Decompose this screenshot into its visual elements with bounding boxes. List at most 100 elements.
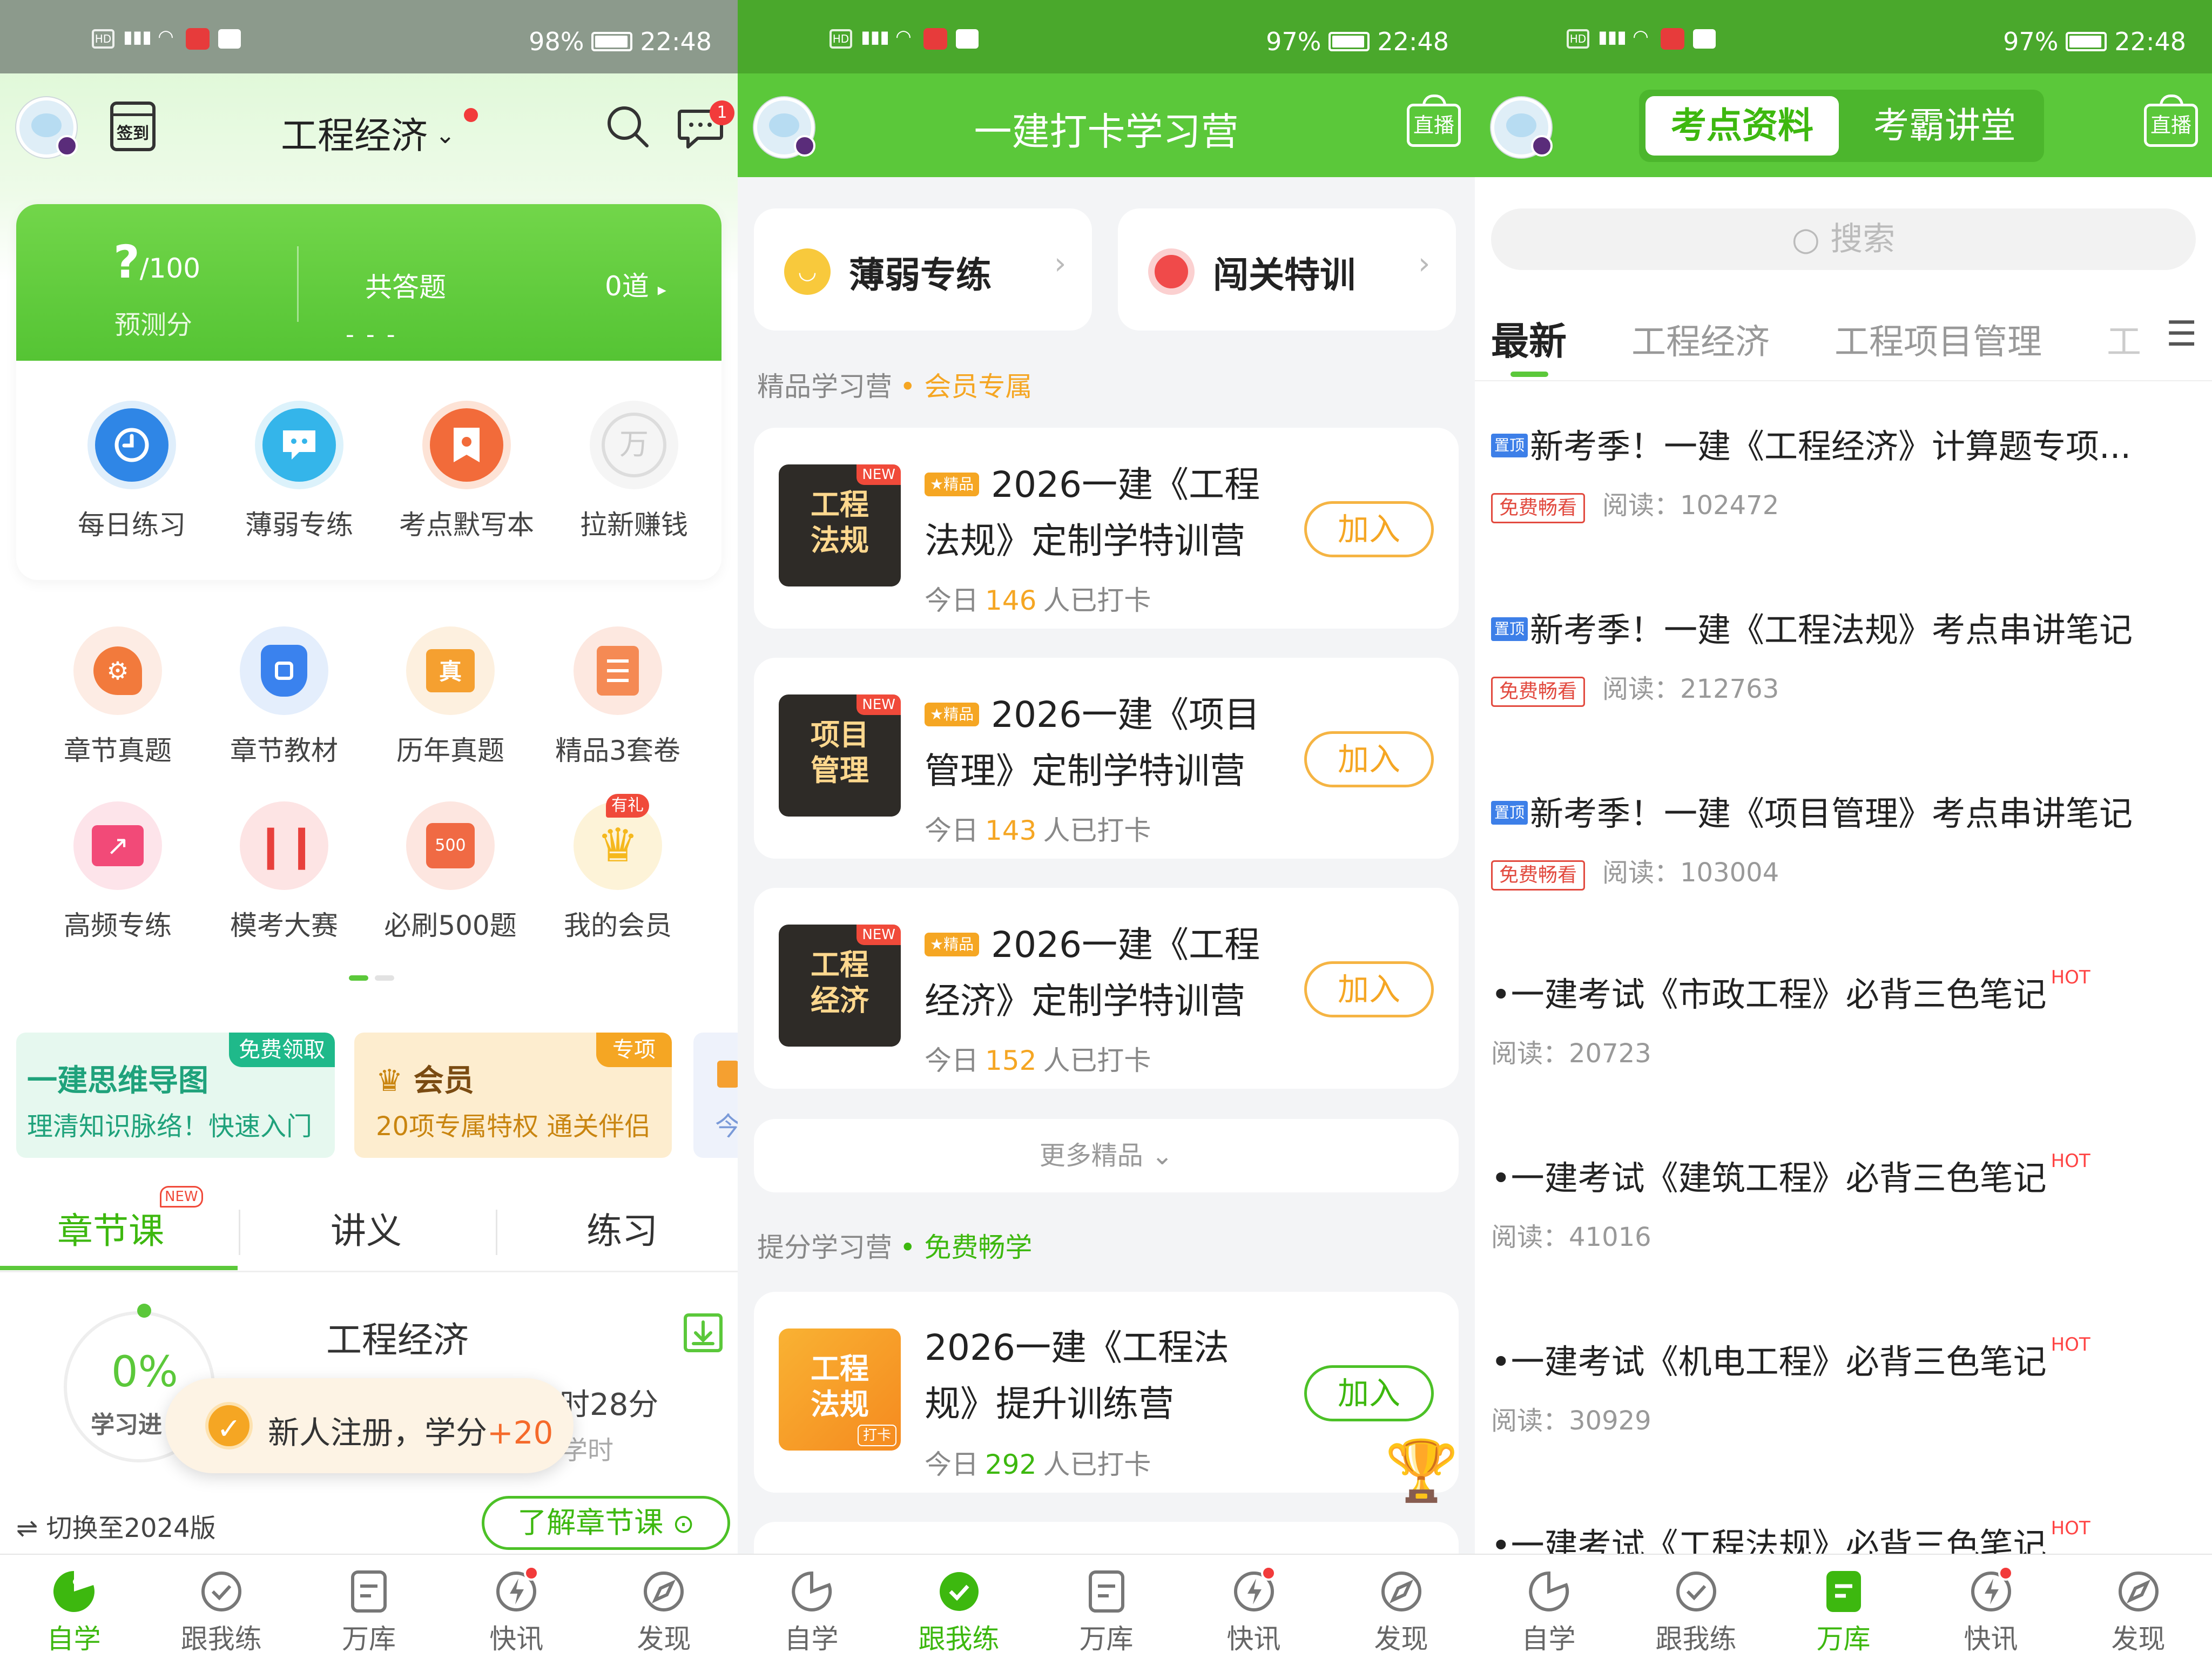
live-button[interactable]: 直播: [1407, 95, 1461, 147]
score-panel[interactable]: ?/100 预测分 共答题 0道 ▸ - - -: [16, 204, 721, 361]
challenge-card[interactable]: 闯关特训 ›: [1118, 208, 1456, 331]
grid-mock-contest[interactable]: ❙❙ 模考大赛: [203, 801, 365, 943]
pin-tag: 置顶: [1491, 801, 1528, 825]
camp-title: ★精品 2026一建《项目管理》定制学特训营: [925, 694, 1260, 792]
tab-project-management[interactable]: 工程项目管理: [1835, 314, 2042, 364]
screen-library: HD ▮▮▮ ◠ 97% 22:48 考点资料 考霸讲堂 直播 ○ 搜索 最新 工…: [1475, 0, 2212, 1659]
news-title: 新考季！一建《工程经济》计算题专项...: [1530, 427, 2132, 466]
camp-checkin-count: 今日 146 人已打卡: [925, 585, 1151, 616]
segment-exam-materials[interactable]: 考点资料: [1645, 96, 1839, 156]
search-icon[interactable]: [605, 104, 650, 149]
nav-library[interactable]: 万库: [295, 1555, 442, 1659]
quick-notes[interactable]: 考点默写本: [386, 401, 548, 542]
battery-icon: [591, 32, 633, 51]
card-label: 薄弱专练: [849, 254, 992, 296]
nav-library[interactable]: 万库: [1770, 1555, 1917, 1659]
app-notify-icon: [186, 28, 210, 50]
grid-high-freq[interactable]: ↗ 高频专练: [37, 801, 199, 943]
camp-thumb: 项目 管理 NEW: [779, 694, 901, 817]
news-item[interactable]: 置顶 新考季！一建《项目管理》考点串讲笔记 免费畅看 阅读：103004: [1491, 786, 2198, 891]
divider: [496, 1210, 497, 1255]
nav-discover[interactable]: 发现: [590, 1555, 738, 1659]
nav-discover[interactable]: 发现: [2065, 1555, 2212, 1659]
checkin-button[interactable]: 签到: [110, 102, 156, 151]
divider: [239, 1210, 240, 1255]
camp-card[interactable]: 项目 管理 NEW ★精品 2026一建《项目管理》定制学特训营 今日 143 人已打卡 …: [754, 658, 1459, 859]
tab-underline: [1510, 372, 1548, 377]
answered-value[interactable]: 0道 ▸: [605, 265, 666, 304]
vip-crown-icon: [1531, 135, 1553, 157]
nav-library[interactable]: 万库: [1033, 1555, 1180, 1659]
banner-mindmap[interactable]: 一建思维导图 免费领取 理清知识脉络！快速入门: [16, 1033, 335, 1158]
coin-icon: 万: [602, 413, 666, 477]
more-premium-button[interactable]: 更多精品 ⌄: [754, 1119, 1459, 1192]
avatar[interactable]: [16, 97, 78, 158]
segment-control: 考点资料 考霸讲堂: [1639, 90, 2044, 162]
camp-card[interactable]: 工程 法规 NEW ★精品 2026一建《工程法规》定制学特训营 今日 146 人已打卡 …: [754, 428, 1459, 629]
download-icon[interactable]: [683, 1312, 724, 1353]
news-item[interactable]: •一建考试《机电工程》必背三色笔记 HOT 阅读：30929: [1491, 1334, 2198, 1437]
nav-follow-practice[interactable]: 跟我练: [1622, 1555, 1770, 1659]
join-button[interactable]: 加入: [1304, 731, 1434, 787]
news-item[interactable]: •一建考试《市政工程》必背三色笔记 HOT 阅读：20723: [1491, 967, 2198, 1070]
nav-self-study[interactable]: 自学: [1475, 1555, 1622, 1659]
grid-label: 高频专练: [64, 910, 172, 941]
tab-practice[interactable]: 练习: [586, 1202, 658, 1254]
live-button[interactable]: 直播: [2144, 95, 2198, 147]
switch-version-link[interactable]: ⇌ 切换至2024版: [16, 1507, 216, 1545]
chevron-right-icon: ›: [1418, 246, 1431, 281]
camp-thumb: 工程 经济 NEW: [779, 925, 901, 1047]
premium-section-title: 精品学习营 • 会员专属: [757, 371, 1033, 402]
news-title: 新考季！一建《项目管理》考点串讲笔记: [1530, 794, 2133, 833]
tab-handout[interactable]: 讲义: [331, 1202, 402, 1254]
predicted-score: ?/100: [113, 235, 201, 288]
hd-icon: HD: [92, 29, 114, 49]
subject-selector[interactable]: 工程经济 ⌄: [281, 106, 478, 159]
news-item[interactable]: 置顶 新考季！一建《工程法规》考点串讲笔记 免费畅看 阅读：212763: [1491, 603, 2198, 707]
free-camp-card[interactable]: 工程 法规 打卡 2026一建《工程法规》提升训练营 今日 292 人已打卡 加入 🏆: [754, 1292, 1459, 1500]
nav-follow-practice[interactable]: 跟我练: [147, 1555, 295, 1659]
self-study-icon: [1528, 1571, 1569, 1611]
premium-badge: ★精品: [925, 473, 980, 496]
news-title: •一建考试《市政工程》必背三色笔记: [1491, 975, 2047, 1014]
tab-latest[interactable]: 最新: [1491, 311, 1567, 366]
grid-3-papers[interactable]: 精品3套卷: [537, 626, 699, 768]
quick-weak-practice[interactable]: 薄弱专练: [218, 401, 380, 542]
nav-news[interactable]: 快讯: [1180, 1555, 1327, 1659]
quick-invite[interactable]: 万 拉新赚钱: [553, 401, 715, 542]
app-notify-icon: [1693, 29, 1716, 49]
grid-500[interactable]: 500 必刷500题: [369, 801, 531, 943]
quick-daily-practice[interactable]: 每日练习: [51, 401, 213, 542]
avatar[interactable]: [1491, 97, 1553, 158]
search-input[interactable]: ○ 搜索: [1491, 208, 2196, 270]
weak-practice-card[interactable]: ◡ 薄弱专练 ›: [754, 208, 1092, 331]
banner-partial[interactable]: 今: [693, 1033, 738, 1158]
camp-card[interactable]: 工程 经济 NEW ★精品 2026一建《工程经济》定制学特训营 今日 152 人已打卡 …: [754, 888, 1459, 1089]
message-button[interactable]: 1: [676, 100, 734, 157]
grid-chapter-exam[interactable]: ⚙ 章节真题: [37, 626, 199, 768]
answered-dash: - - -: [346, 321, 397, 348]
join-button[interactable]: 加入: [1304, 961, 1434, 1017]
nav-discover[interactable]: 发现: [1327, 1555, 1475, 1659]
nav-follow-practice[interactable]: 跟我练: [885, 1555, 1033, 1659]
grid-my-vip[interactable]: ♛ 有礼 我的会员: [537, 794, 699, 943]
folder-icon: 真: [426, 649, 475, 692]
tab-economics[interactable]: 工程经济: [1631, 314, 1770, 364]
join-button[interactable]: 加入: [1304, 1365, 1434, 1421]
tab-partial[interactable]: 工: [2107, 314, 2150, 364]
news-item[interactable]: •一建考试《建筑工程》必背三色笔记 HOT 阅读：41016: [1491, 1150, 2198, 1253]
target-icon: [1148, 248, 1195, 295]
news-item[interactable]: 置顶 新考季！一建《工程经济》计算题专项... 免费畅看 阅读：102472: [1491, 419, 2198, 523]
tab-chapter-course[interactable]: 章节课 NEW: [57, 1186, 203, 1254]
nav-news[interactable]: 快讯: [1917, 1555, 2065, 1659]
grid-past-exams[interactable]: 真 历年真题: [369, 626, 531, 768]
learn-chapter-course-button[interactable]: 了解章节课 ⊙: [482, 1496, 730, 1550]
nav-self-study[interactable]: 自学: [0, 1555, 147, 1659]
menu-icon[interactable]: ☰: [2166, 314, 2197, 354]
nav-news[interactable]: 快讯: [443, 1555, 590, 1659]
segment-lecture-hall[interactable]: 考霸讲堂: [1853, 96, 2036, 156]
join-button[interactable]: 加入: [1304, 501, 1434, 557]
nav-self-study[interactable]: 自学: [738, 1555, 885, 1659]
banner-vip[interactable]: ♛ 会员 专项 20项专属特权 通关伴侣: [354, 1033, 672, 1158]
grid-chapter-textbook[interactable]: 章节教材: [203, 626, 365, 768]
